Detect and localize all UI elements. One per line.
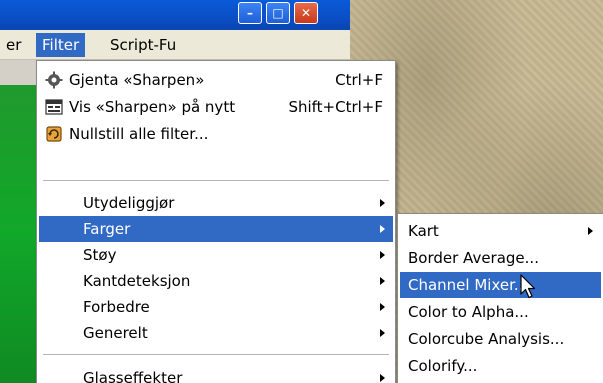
menu-item-label: Forbedre: [83, 298, 150, 316]
submenu-arrow-icon: [380, 277, 385, 285]
menu-item-label: Glasseffekter: [83, 369, 183, 383]
maximize-icon: □: [272, 6, 284, 20]
submenu-arrow-icon: [380, 374, 385, 382]
menu-item-label: Border Average...: [408, 249, 539, 267]
menu-item-colorify[interactable]: Colorify...: [400, 353, 601, 379]
minimize-icon: –: [247, 6, 253, 20]
menu-item-label: Generelt: [83, 324, 148, 342]
menu-item-label: Utydeliggjør: [83, 194, 175, 212]
minimize-button[interactable]: –: [238, 2, 262, 24]
menu-item-repeat-filter[interactable]: Gjenta «Sharpen» Ctrl+F: [39, 67, 393, 93]
farger-submenu: Kart Border Average... Channel Mixer... …: [397, 213, 603, 383]
menu-item-label: Colorcube Analysis...: [408, 330, 565, 348]
submenu-arrow-icon: [380, 303, 385, 311]
menu-item-reshow-filter[interactable]: Vis «Sharpen» på nytt Shift+Ctrl+F: [39, 94, 393, 120]
submenu-arrow-icon: [380, 251, 385, 259]
menu-item-kantdeteksjon[interactable]: Kantdeteksjon: [39, 268, 393, 294]
menu-item-channel-mixer[interactable]: Channel Mixer...: [400, 272, 601, 298]
menu-item-label: Colorify...: [408, 357, 478, 375]
menu-separator: [43, 180, 389, 181]
menu-separator: [43, 354, 389, 355]
menubar-item-partial[interactable]: er: [0, 33, 27, 57]
menubar: er Filter Script-Fu: [0, 30, 350, 60]
menu-item-label: Kantdeteksjon: [83, 272, 191, 290]
submenu-arrow-icon: [380, 329, 385, 337]
menu-item-stoy[interactable]: Støy: [39, 242, 393, 268]
reshow-dialog-icon: [45, 99, 63, 115]
repeat-gear-icon: [45, 71, 63, 89]
menu-item-glasseffekter[interactable]: Glasseffekter: [39, 365, 393, 383]
menu-item-color-to-alpha[interactable]: Color to Alpha...: [400, 299, 601, 325]
menu-item-label: Channel Mixer...: [408, 276, 529, 294]
submenu-arrow-icon: [380, 225, 385, 233]
ruler-area: [0, 60, 36, 86]
menu-item-colorcube-analysis[interactable]: Colorcube Analysis...: [400, 326, 601, 352]
menu-item-label: Vis «Sharpen» på nytt: [69, 98, 236, 116]
menu-item-label: Støy: [83, 246, 117, 264]
menu-item-shortcut: Ctrl+F: [335, 71, 383, 89]
maximize-button[interactable]: □: [266, 2, 290, 24]
filter-menu: Gjenta «Sharpen» Ctrl+F Vis «Sharpen» på…: [36, 60, 396, 383]
close-button[interactable]: ✕: [294, 2, 318, 24]
image-green-area: [0, 85, 36, 383]
menu-item-border-average[interactable]: Border Average...: [400, 245, 601, 271]
window-titlebar: – □ ✕: [0, 0, 350, 30]
menubar-item-filter[interactable]: Filter: [36, 33, 86, 57]
submenu-arrow-icon: [588, 227, 593, 235]
close-icon: ✕: [300, 6, 312, 20]
menu-item-reset-filters[interactable]: Nullstill alle filter...: [39, 121, 393, 147]
menu-item-label: Kart: [408, 222, 439, 240]
reset-filters-icon: [46, 126, 62, 142]
menubar-item-script-fu[interactable]: Script-Fu: [104, 33, 182, 57]
menu-item-label: Color to Alpha...: [408, 303, 529, 321]
menu-item-label: Nullstill alle filter...: [69, 125, 209, 143]
menu-item-utydeliggjor[interactable]: Utydeliggjør: [39, 190, 393, 216]
mouse-pointer-icon: [520, 274, 536, 299]
menu-item-label: Gjenta «Sharpen»: [69, 71, 205, 89]
menu-item-forbedre[interactable]: Forbedre: [39, 294, 393, 320]
menu-item-generelt[interactable]: Generelt: [39, 320, 393, 346]
menu-item-shortcut: Shift+Ctrl+F: [288, 98, 383, 116]
menu-item-farger[interactable]: Farger: [39, 216, 393, 242]
submenu-arrow-icon: [380, 199, 385, 207]
menu-item-kart[interactable]: Kart: [400, 218, 601, 244]
menu-item-label: Farger: [83, 220, 131, 238]
